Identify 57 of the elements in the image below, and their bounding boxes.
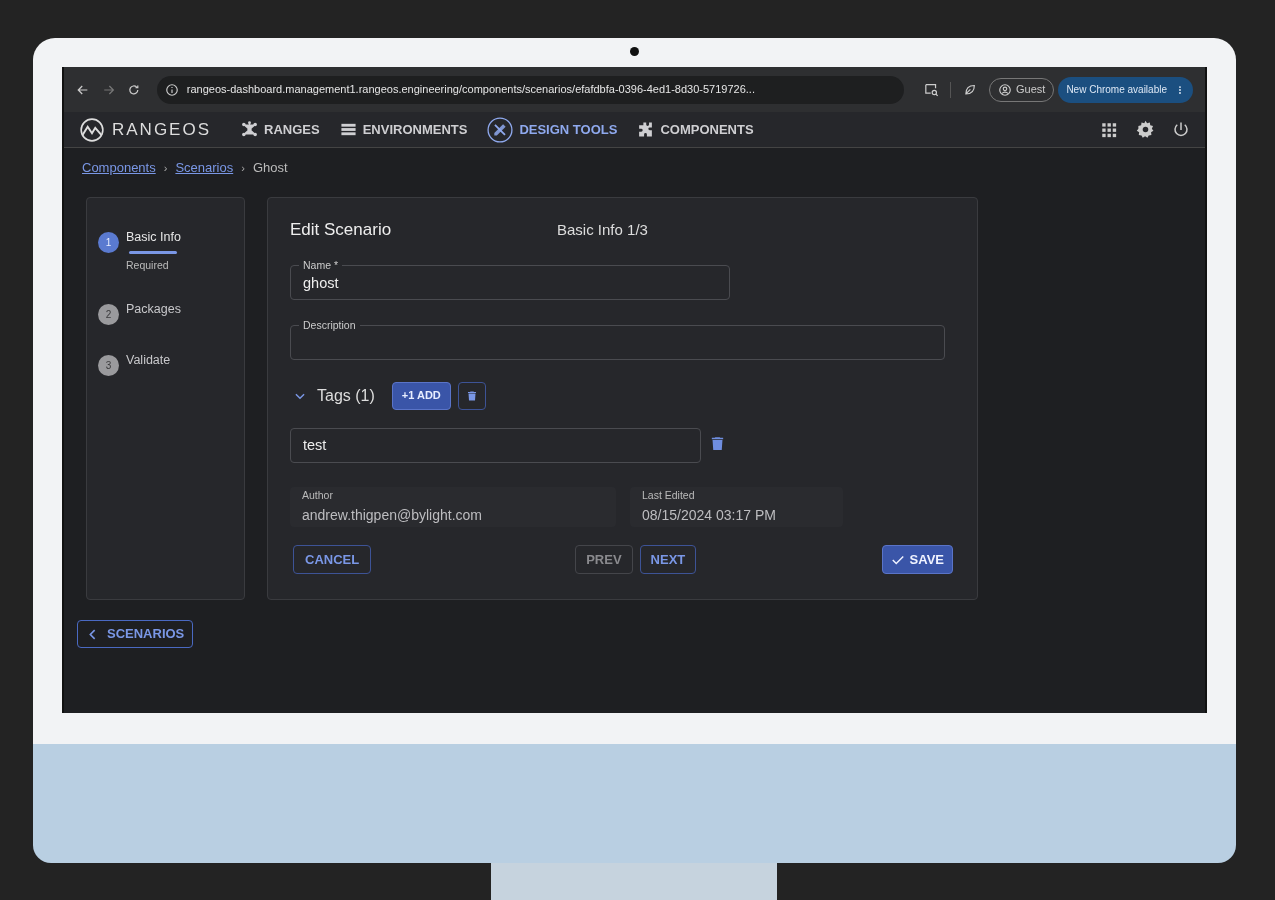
step-number: 1 — [98, 232, 119, 253]
network-icon — [241, 121, 259, 138]
settings-icon[interactable] — [1136, 120, 1155, 139]
nav-tab[interactable]: RANGES — [231, 114, 330, 145]
breadcrumb-link[interactable]: Components — [82, 158, 156, 178]
step-label: Validate — [126, 351, 171, 369]
app-logo[interactable]: RANGEOS — [76, 116, 212, 143]
profile-name: Guest — [1016, 82, 1046, 98]
cancel-button[interactable]: CANCEL — [293, 545, 372, 574]
field-label: Description — [299, 318, 360, 334]
leaf-icon[interactable] — [963, 82, 977, 97]
nav-tab[interactable]: COMPONENTS — [627, 114, 764, 145]
url-text: rangeos-dashboard.management1.rangeos.engineering/components/scenarios/efafdbfa-0396-4ed1-8d30-5719726... — [186, 82, 755, 98]
form-title: Edit Scenario — [290, 219, 393, 242]
nav-tab[interactable]: ENVIRONMENTS — [329, 114, 478, 145]
field-label: Last Edited — [642, 487, 696, 503]
info-icon — [164, 82, 179, 97]
save-button[interactable]: SAVE — [881, 545, 953, 574]
breadcrumb-separator: › — [163, 160, 168, 176]
field-value: ghost — [303, 273, 339, 293]
back-button[interactable]: SCENARIOS — [77, 620, 194, 648]
address-bar[interactable]: rangeos-dashboard.management1.rangeos.engineering/components/scenarios/efafdbfa-0396-4ed1-8d30-5719726... — [156, 75, 904, 104]
step-label: Basic Info — [126, 229, 181, 246]
step-number: 2 — [98, 303, 119, 325]
nav-tab[interactable]: DESIGN TOOLS — [477, 114, 628, 145]
apps-grid-icon[interactable] — [1100, 120, 1118, 139]
power-icon[interactable] — [1172, 120, 1190, 139]
step-label: Packages — [126, 300, 181, 318]
user-icon — [998, 82, 1012, 97]
add-tag-button[interactable]: +1 ADD — [391, 381, 451, 410]
reload-icon[interactable] — [127, 82, 141, 97]
delete-tags-button[interactable] — [457, 381, 486, 410]
step-sublabel: Required — [126, 257, 170, 273]
step-item[interactable]: 1 Basic Info Required — [98, 228, 244, 274]
field-value: 08/15/2024 03:17 PM — [642, 506, 777, 526]
trash-icon[interactable] — [709, 435, 726, 452]
field-value: andrew.thigpen@bylight.com — [302, 506, 483, 526]
breadcrumb-link[interactable]: Scenarios — [175, 158, 234, 178]
step-item[interactable]: 3 Validate — [98, 350, 244, 376]
update-button[interactable]: New Chrome available — [1058, 76, 1193, 103]
tag-field[interactable]: test — [290, 428, 701, 463]
tools-icon — [487, 116, 514, 143]
trash-icon — [465, 389, 478, 402]
list-icon — [339, 121, 357, 138]
puzzle-icon — [637, 121, 655, 138]
step-indicator: Basic Info 1/3 — [557, 219, 648, 240]
field-label: Author — [302, 487, 334, 503]
breadcrumb-separator: › — [241, 160, 245, 176]
step-number: 3 — [98, 354, 119, 376]
screen-search-icon[interactable] — [923, 82, 939, 97]
camera-icon — [630, 47, 639, 56]
breadcrumb-current: Ghost — [252, 159, 288, 178]
next-button[interactable]: NEXT — [639, 545, 697, 574]
step-item[interactable]: 2 Packages — [98, 299, 244, 325]
field-value: test — [303, 435, 327, 455]
tags-toggle[interactable]: Tags (1) — [293, 383, 375, 408]
step-progress-bar — [129, 250, 177, 254]
